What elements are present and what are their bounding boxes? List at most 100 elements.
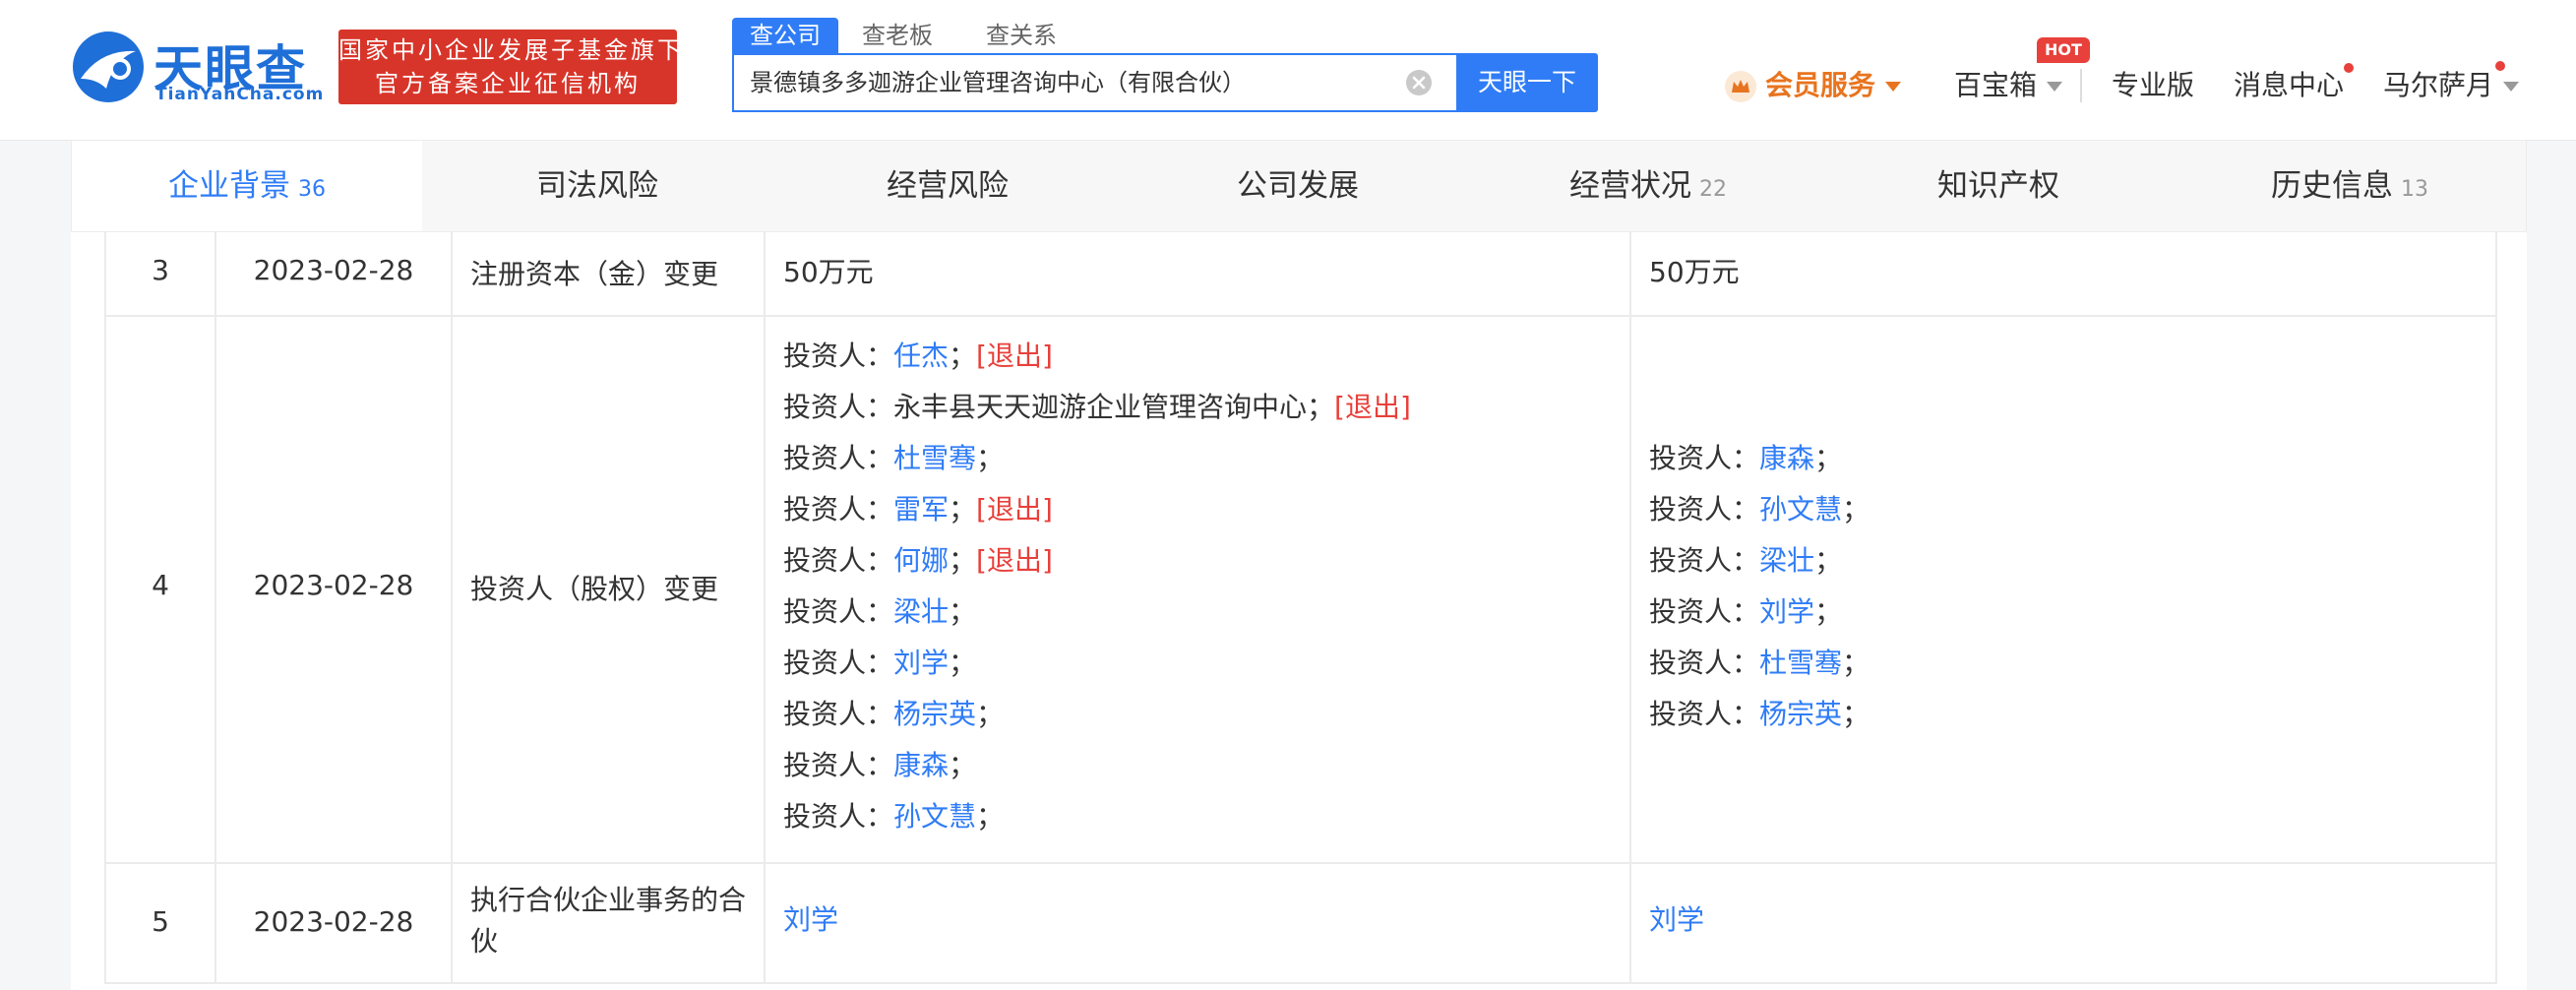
tab-label: 经营状况 (1569, 168, 1691, 204)
investor-link[interactable]: 刘学 (893, 647, 949, 679)
crown-icon (1725, 71, 1756, 102)
list-item: 投资人：杨宗英； (783, 698, 1005, 730)
user-name: 马尔萨月 (2383, 69, 2494, 101)
tab-development[interactable]: 公司发展 (1123, 141, 1473, 231)
search-tab-boss[interactable]: 查老板 (844, 18, 951, 53)
top-header: 天眼查 TianYanCha.com 国家中小企业发展子基金旗下 官方备案企业征… (0, 0, 2576, 141)
clear-icon[interactable] (1405, 69, 1433, 96)
investor-link[interactable]: 孙文慧 (1759, 493, 1842, 526)
change-item: 执行合伙企业事务的合伙 (470, 884, 747, 958)
before-change-cell: 刘学 (766, 864, 1631, 982)
investor-link[interactable]: 杜雪骞 (1759, 647, 1842, 679)
toolbox-label: 百宝箱 (1954, 69, 2038, 101)
pro-version-link[interactable]: 专业版 (2112, 61, 2194, 110)
before-investor-list: 投资人：任杰；[退出] 投资人：永丰县天天迦游企业管理咨询中心；[退出] 投资人… (783, 331, 1612, 842)
row-number-cell: 5 (104, 864, 216, 982)
row-number-cell: 4 (104, 317, 216, 862)
site-logo[interactable]: 天眼查 TianYanCha.com (71, 28, 327, 108)
change-item-cell: 投资人（股权）变更 (453, 317, 766, 862)
investor-link[interactable]: 杨宗英 (1759, 698, 1842, 730)
row-number-cell: 3 (104, 232, 216, 315)
investor-link[interactable]: 梁壮 (1759, 544, 1814, 577)
search-tab-relation[interactable]: 查关系 (968, 18, 1074, 53)
hot-badge: HOT (2037, 37, 2090, 63)
list-item: 投资人：刘学； (783, 647, 977, 679)
list-item: 投资人：孙文慧； (783, 800, 1005, 833)
investor-link[interactable]: 何娜 (893, 544, 949, 577)
list-item: 投资人：雷军；[退出] (783, 493, 1053, 526)
logo-subtext: TianYanCha.com (155, 85, 325, 104)
badge-line-2: 官方备案企业征信机构 (375, 70, 641, 97)
tab-ip[interactable]: 知识产权 (1823, 141, 2174, 231)
investor-link[interactable]: 孙文慧 (893, 800, 976, 833)
chevron-down-icon (2503, 82, 2520, 92)
table-row: 4 2023-02-28 投资人（股权）变更 投资人：任杰；[退出] 投资人：永… (104, 317, 2497, 864)
chevron-down-icon (2047, 82, 2063, 92)
message-center-link[interactable]: 消息中心 (2234, 61, 2344, 110)
toolbox-menu[interactable]: 百宝箱 (1954, 61, 2063, 110)
tab-operation-risk[interactable]: 经营风险 (772, 141, 1123, 231)
list-item: 投资人：康森； (1649, 442, 1843, 474)
partner-link[interactable]: 刘学 (1649, 899, 2478, 941)
table-row: 5 2023-02-28 执行合伙企业事务的合伙 刘学 刘学 (104, 864, 2497, 984)
investor-link[interactable]: 康森 (893, 749, 949, 781)
tab-label: 经营风险 (887, 168, 1009, 204)
search-tab-company[interactable]: 查公司 (732, 18, 838, 53)
list-item: 投资人：何娜；[退出] (783, 544, 1053, 577)
investor-link[interactable]: 任杰 (893, 340, 949, 372)
investor-link[interactable]: 康森 (1759, 442, 1814, 474)
list-item: 投资人：杜雪骞； (783, 442, 1005, 474)
after-value: 50万元 (1649, 256, 1740, 288)
official-badge: 国家中小企业发展子基金旗下 官方备案企业征信机构 (338, 30, 684, 104)
partner-link[interactable]: 刘学 (783, 899, 1612, 941)
search-input[interactable] (750, 55, 1380, 110)
tab-label: 公司发展 (1237, 168, 1359, 204)
list-item: 投资人：梁壮； (1649, 544, 1843, 577)
after-change-cell: 50万元 (1631, 232, 2497, 315)
tab-count: 13 (2401, 177, 2428, 202)
change-date-cell: 2023-02-28 (216, 317, 453, 862)
exit-tag: [退出] (976, 493, 1053, 526)
tab-count: 36 (298, 177, 326, 202)
tab-count: 22 (1699, 177, 1727, 202)
after-investor-list: 投资人：康森； 投资人：孙文慧； 投资人：梁壮； 投资人：刘学； 投资人：杜雪骞… (1649, 433, 2478, 740)
section-tabs: 企业背景 36 司法风险 经营风险 公司发展 经营状况 22 知识产权 历史信息 13 (71, 140, 2527, 232)
user-unread-dot (2495, 61, 2505, 71)
change-item: 注册资本（金）变更 (470, 258, 719, 290)
row-number: 3 (152, 254, 169, 286)
row-number: 5 (152, 905, 169, 938)
tab-label: 知识产权 (1937, 168, 2059, 204)
list-item: 投资人：任杰；[退出] (783, 340, 1053, 372)
badge-line-1: 国家中小企业发展子基金旗下 (338, 36, 684, 64)
tab-judicial-risk[interactable]: 司法风险 (422, 141, 772, 231)
message-unread-dot (2344, 63, 2354, 73)
vip-label: 会员服务 (1765, 69, 1876, 101)
investor-link[interactable]: 刘学 (1759, 595, 1814, 628)
tab-history[interactable]: 历史信息 13 (2174, 141, 2526, 231)
investor-link[interactable]: 梁壮 (893, 595, 949, 628)
change-item: 投资人（股权）变更 (470, 573, 719, 605)
exit-tag: [退出] (976, 340, 1053, 372)
exit-tag: [退出] (976, 544, 1053, 577)
before-value: 50万元 (783, 256, 874, 288)
investor-link[interactable]: 杨宗英 (893, 698, 976, 730)
tianyancha-logo-icon (73, 31, 144, 102)
list-item: 投资人：梁壮； (783, 595, 977, 628)
search-button[interactable]: 天眼一下 (1456, 53, 1598, 112)
list-item: 投资人：康森； (783, 749, 977, 781)
vip-service-menu[interactable]: 会员服务 (1724, 61, 1902, 110)
list-item: 投资人：杜雪骞； (1649, 647, 1871, 679)
list-item: 投资人：孙文慧； (1649, 493, 1871, 526)
investor-link[interactable]: 雷军 (893, 493, 949, 526)
before-change-cell: 投资人：任杰；[退出] 投资人：永丰县天天迦游企业管理咨询中心；[退出] 投资人… (766, 317, 1631, 862)
after-change-cell: 投资人：康森； 投资人：孙文慧； 投资人：梁壮； 投资人：刘学； 投资人：杜雪骞… (1631, 317, 2497, 862)
change-date-cell: 2023-02-28 (216, 232, 453, 315)
list-item: 投资人：刘学； (1649, 595, 1843, 628)
tab-business-status[interactable]: 经营状况 22 (1473, 141, 1823, 231)
exit-tag: [退出] (1334, 391, 1411, 423)
change-date: 2023-02-28 (253, 905, 414, 938)
chevron-down-icon (1885, 82, 1902, 92)
investor-link[interactable]: 杜雪骞 (893, 442, 976, 474)
tab-background[interactable]: 企业背景 36 (72, 141, 422, 231)
tab-label: 企业背景 (168, 168, 290, 204)
